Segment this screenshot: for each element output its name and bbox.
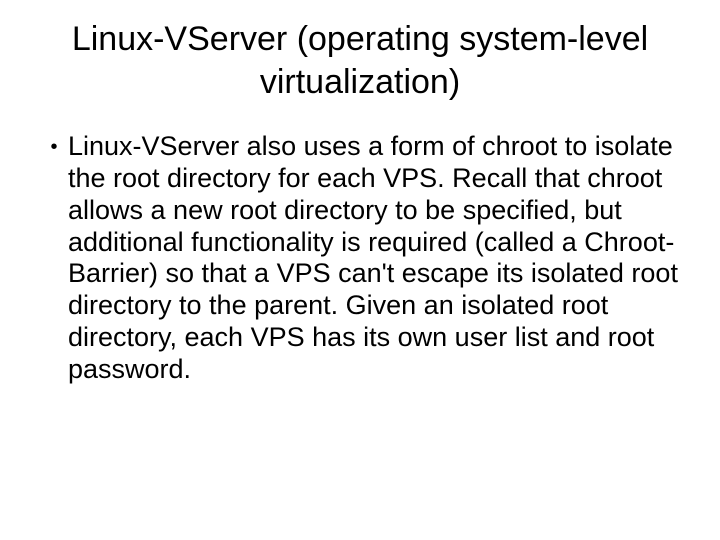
slide-body: • Linux-VServer also uses a form of chro… bbox=[40, 131, 680, 386]
slide-title: Linux-VServer (operating system-level vi… bbox=[40, 18, 680, 103]
slide: Linux-VServer (operating system-level vi… bbox=[0, 0, 720, 540]
bullet-dot-icon: • bbox=[40, 131, 68, 163]
bullet-item: • Linux-VServer also uses a form of chro… bbox=[40, 131, 680, 386]
bullet-text: Linux-VServer also uses a form of chroot… bbox=[68, 131, 680, 386]
